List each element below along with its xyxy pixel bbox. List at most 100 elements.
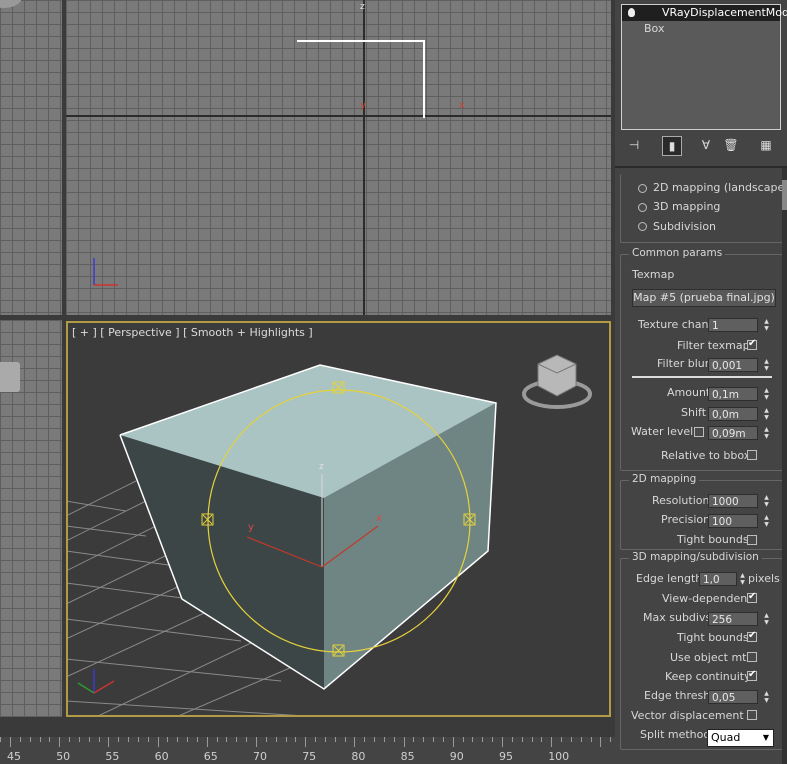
ruler-tick — [600, 737, 602, 747]
keep-continuity-checkbox[interactable] — [747, 669, 757, 681]
edge-length-spinner[interactable]: ▲ ▼ — [738, 572, 747, 586]
ruler-tick — [236, 737, 238, 742]
water-level-checkbox[interactable] — [694, 427, 704, 437]
modifier-item-box[interactable]: Box — [622, 21, 780, 37]
ruler-tick — [482, 737, 484, 742]
tight-bounds-2d-label: Tight bounds — [677, 533, 749, 546]
shift-spinner[interactable]: ▲ ▼ — [762, 407, 771, 421]
max-subdivs-spinner[interactable]: ▲ ▼ — [762, 612, 771, 626]
filter-texmap-label: Filter texmap — [677, 339, 750, 352]
panel-scrollbar[interactable] — [782, 168, 787, 764]
ruler-tick — [167, 737, 169, 742]
filter-blur-input[interactable]: 0,001 — [708, 358, 758, 372]
shift-input[interactable]: 0,0m — [708, 407, 758, 421]
type-group: 2D mapping (landscape) 3D mapping Subdiv… — [620, 174, 787, 243]
modifier-stack[interactable]: VRayDisplacementMod Box — [621, 4, 787, 130]
tight-bounds-2d-checkbox[interactable] — [747, 535, 757, 545]
ruler-tick — [177, 737, 179, 742]
ruler-tick — [403, 737, 405, 747]
filter-blur-spinner[interactable]: ▲ ▼ — [762, 358, 771, 372]
vector-displacement-checkbox[interactable] — [747, 710, 757, 720]
texture-chan-spinner[interactable]: ▲ ▼ — [762, 318, 771, 332]
ruler-label: 50 — [56, 750, 71, 763]
edge-thresh-input[interactable]: 0,05 — [708, 690, 758, 704]
ruler-tick — [374, 737, 376, 742]
ruler-tick — [69, 737, 71, 742]
ruler-tick — [285, 737, 287, 742]
radio-2d-mapping[interactable] — [638, 184, 647, 193]
tight-bounds-3d-checkbox[interactable] — [747, 630, 757, 642]
precision-spinner[interactable]: ▲ ▼ — [762, 514, 771, 528]
amount-spinner[interactable]: ▲ ▼ — [762, 387, 771, 401]
radio-subdivision-label[interactable]: Subdivision — [653, 220, 716, 233]
radio-2d-mapping-label[interactable]: 2D mapping (landscape) — [653, 181, 787, 194]
radio-subdivision[interactable] — [638, 222, 647, 231]
precision-input[interactable]: 100 — [708, 514, 758, 528]
use-object-mtl-checkbox[interactable] — [747, 652, 757, 662]
water-level-spinner[interactable]: ▲ ▼ — [762, 426, 771, 440]
pixels-label: pixels — [748, 572, 780, 585]
ruler-tick — [59, 737, 61, 747]
viewport-bottom-left[interactable] — [0, 320, 62, 717]
viewport-perspective[interactable]: [ + ] [ Perspective ] [ Smooth + Highlig… — [66, 321, 611, 717]
make-unique-icon[interactable]: ∀ — [697, 136, 715, 154]
ruler-label: 75 — [302, 750, 317, 763]
ruler-tick — [462, 737, 464, 742]
ruler-label: 65 — [203, 750, 218, 763]
filter-blur-label: Filter blur — [657, 357, 710, 370]
ruler-label: 60 — [154, 750, 169, 763]
ruler-tick — [492, 737, 494, 742]
lightbulb-icon[interactable] — [628, 8, 635, 17]
texmap-button[interactable]: Map #5 (prueba final.jpg) — [632, 289, 776, 307]
pin-stack-icon[interactable]: ⊣ — [625, 136, 643, 154]
view-dependent-checkbox[interactable] — [747, 591, 757, 603]
relative-bbox-checkbox[interactable] — [747, 450, 757, 460]
panel-scrollbar-thumb[interactable] — [782, 180, 787, 210]
configure-modifier-sets-icon[interactable]: ▦ — [757, 136, 775, 154]
gizmo-z-label: z — [319, 462, 324, 472]
ruler-label: 85 — [400, 750, 415, 763]
radio-3d-mapping[interactable] — [638, 203, 647, 212]
tight-bounds-3d-label: Tight bounds — [677, 631, 749, 644]
ruler-tick — [147, 737, 149, 742]
ruler-tick — [344, 737, 346, 742]
modifier-item-vraydisplacement[interactable]: VRayDisplacementMod — [622, 5, 787, 21]
viewcube-fragment — [0, 362, 20, 392]
texture-chan-input[interactable]: 1 — [708, 318, 758, 332]
edge-thresh-spinner[interactable]: ▲ ▼ — [762, 690, 771, 704]
edge-thresh-label: Edge thresh — [644, 689, 711, 702]
viewport-label[interactable]: [ + ] [ Perspective ] [ Smooth + Highlig… — [72, 326, 313, 339]
edge-length-input[interactable]: 1,0 — [699, 572, 737, 586]
viewport-top[interactable]: z y x — [66, 0, 611, 315]
ruler-tick — [383, 737, 385, 742]
mapping-2d-title: 2D mapping — [629, 473, 700, 485]
ruler-tick — [413, 737, 415, 742]
ruler-tick — [295, 737, 297, 742]
resolution-input[interactable]: 1000 — [708, 494, 758, 508]
split-method-select[interactable]: Quad ▼ — [707, 729, 774, 747]
ruler-tick — [590, 737, 592, 742]
perspective-scene — [68, 354, 592, 715]
max-subdivs-label: Max subdivs — [643, 611, 712, 624]
resolution-spinner[interactable]: ▲ ▼ — [762, 494, 771, 508]
ruler-tick — [511, 737, 513, 742]
mapping-3d-title: 3D mapping/subdivision — [629, 551, 762, 563]
amount-input[interactable]: 0,1m — [708, 387, 758, 401]
ruler-tick — [315, 737, 317, 742]
split-method-value: Quad — [711, 731, 741, 744]
radio-3d-mapping-label[interactable]: 3D mapping — [653, 200, 720, 213]
ruler-tick — [216, 737, 218, 742]
timeline-ruler[interactable]: 45 50 55 60 65 70 75 80 85 90 95 100 — [0, 737, 615, 764]
remove-modifier-icon[interactable]: 🗑 — [722, 136, 740, 154]
ruler-tick — [196, 737, 198, 742]
ruler-tick — [354, 737, 356, 747]
max-subdivs-input[interactable]: 256 — [708, 612, 758, 626]
mapping-2d-group: 2D mapping Resolution 1000 ▲ ▼ Precision … — [620, 473, 783, 550]
viewport-top-left[interactable] — [0, 0, 62, 315]
water-level-input[interactable]: 0,09m — [708, 426, 758, 440]
filter-texmap-checkbox[interactable] — [747, 338, 757, 350]
ruler-tick — [521, 737, 523, 742]
gizmo-x-label: x — [376, 513, 382, 524]
resolution-label: Resolution — [652, 494, 710, 507]
show-end-result-icon[interactable]: ▮ — [662, 136, 682, 156]
